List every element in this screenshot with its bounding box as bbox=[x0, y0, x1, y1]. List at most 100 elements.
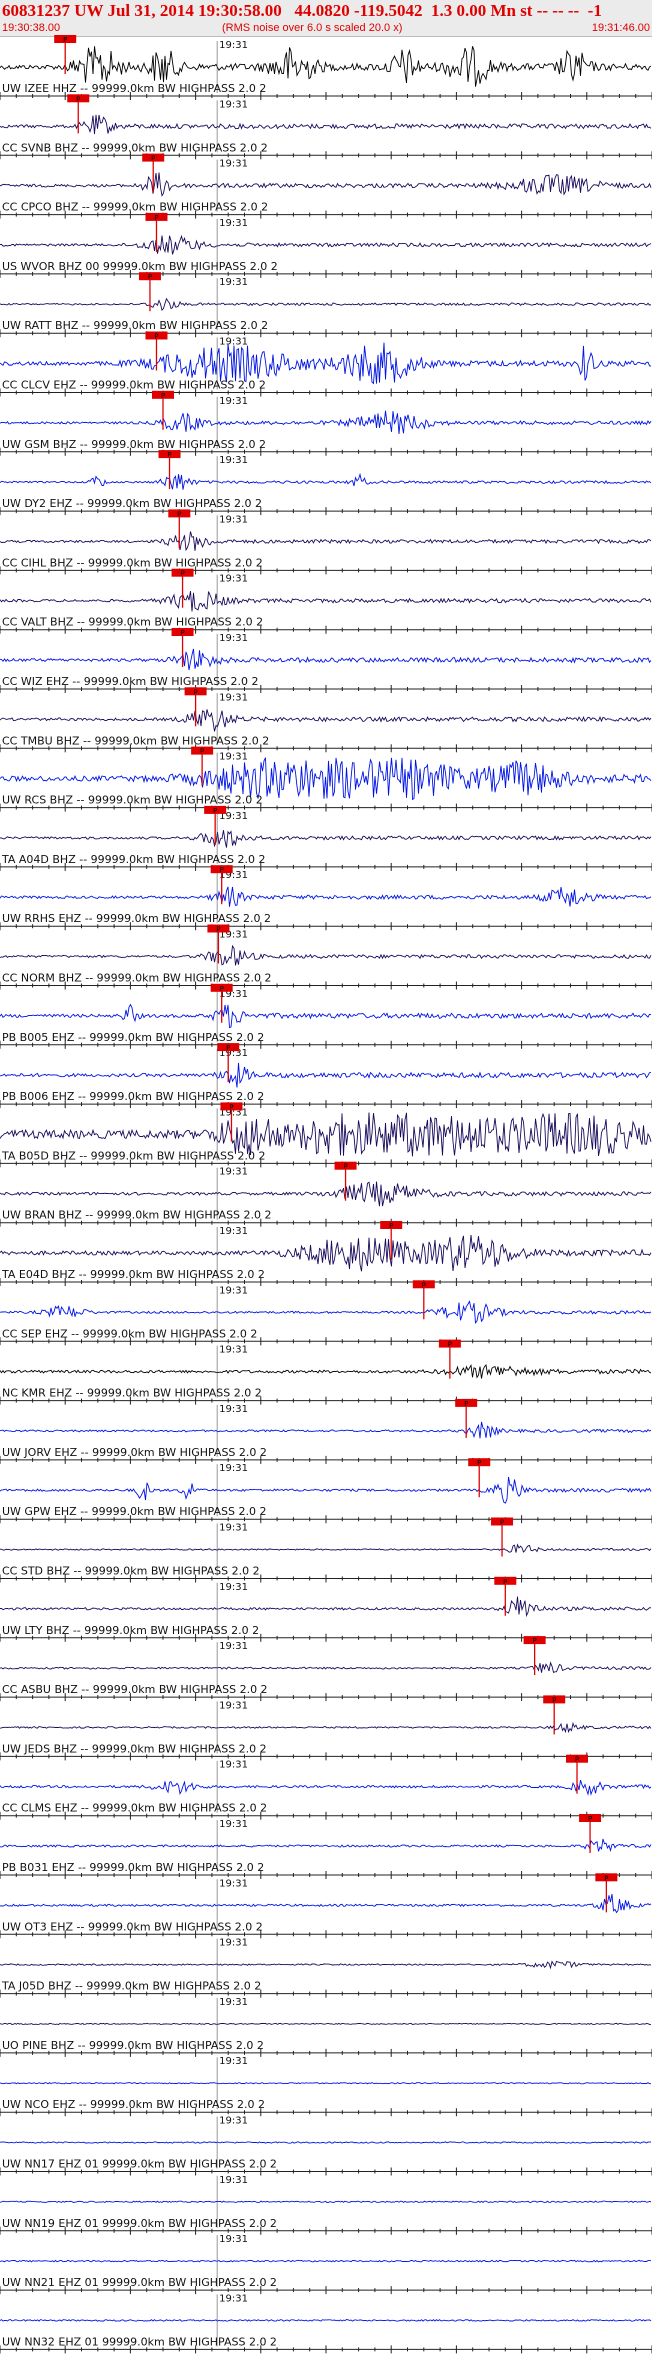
pick-label: P bbox=[161, 392, 165, 400]
phase-pick-marker: P bbox=[491, 1517, 514, 1557]
station-label: TA E04D BHZ -- 99999.0km BW HIGHPASS 2.0… bbox=[1, 1268, 265, 1281]
pick-label: P bbox=[220, 866, 224, 874]
pick-label: P bbox=[213, 807, 217, 815]
trace-row: 19:31PPB B006 EHZ -- 99999.0km BW HIGHPA… bbox=[0, 1043, 652, 1109]
minute-label: 19:31 bbox=[219, 2116, 248, 2127]
station-label: UW GPW EHZ -- 99999.0km BW HIGHPASS 2.0 … bbox=[2, 1505, 266, 1518]
station-label: UW DY2 EHZ -- 99999.0km BW HIGHPASS 2.0 … bbox=[2, 497, 262, 510]
trace-row: 19:31 P UW OT3 EHZ -- 99999.0km BW HIGHPAS… bbox=[0, 1873, 652, 1939]
trace-row: 19:31 P TA E04D BHZ -- 99999.0km BW HIGHPA… bbox=[0, 1221, 652, 1286]
minute-label: 19:31 bbox=[219, 40, 248, 51]
waveform bbox=[0, 172, 652, 197]
pick-label: P bbox=[180, 570, 184, 578]
station-label: CC WIZ EHZ -- 99999.0km BW HIGHPASS 2.0 … bbox=[2, 675, 259, 688]
phase-pick-marker: P bbox=[145, 212, 168, 252]
minute-label: 19:31 bbox=[219, 574, 248, 585]
trace-row: 19:31 UO PINE BHZ -- 99999.0km BW HIGHPAS… bbox=[0, 1997, 652, 2057]
waveform bbox=[0, 1363, 652, 1379]
trace-row: 19:31 P UW JORV EHZ -- 99999.0km BW HIGHPA… bbox=[0, 1398, 652, 1464]
phase-pick-marker: P bbox=[142, 153, 165, 193]
pick-label: P bbox=[200, 748, 204, 756]
station-label: UW NN21 EHZ 01 99999.0km BW HIGHPASS 2.0… bbox=[2, 2276, 277, 2289]
waveform bbox=[0, 1838, 652, 1853]
minute-label: 19:31 bbox=[219, 1463, 248, 1474]
waveform bbox=[0, 1421, 652, 1439]
minute-label: 19:31 bbox=[219, 218, 248, 229]
waveform bbox=[0, 2319, 652, 2322]
waveform bbox=[0, 1062, 652, 1088]
pick-label: P bbox=[177, 510, 181, 518]
phase-pick-marker: P bbox=[220, 1102, 243, 1142]
station-label: PB B006 EHZ -- 99999.0km BW HIGHPASS 2.0… bbox=[2, 1090, 264, 1103]
station-label: PB B005 EHZ -- 99999.0km BW HIGHPASS 2.0… bbox=[2, 1031, 264, 1044]
trace-row: 19:31PCC CIHL BHZ -- 99999.0km BW HIGHPA… bbox=[0, 509, 652, 575]
trace-row: 19:31 TA J05D BHZ -- 99999.0km BW HIGHPAS… bbox=[0, 1938, 652, 1998]
phase-pick-marker: P bbox=[455, 1398, 478, 1438]
trace-row: 19:31 P CC SEP EHZ -- 99999.0km BW HIGHPAS… bbox=[0, 1280, 652, 1346]
station-label: CC CIHL BHZ -- 99999.0km BW HIGHPASS 2.0… bbox=[2, 556, 263, 569]
pick-label: P bbox=[448, 1341, 452, 1349]
minute-label: 19:31 bbox=[219, 1700, 248, 1711]
waveform bbox=[0, 1893, 652, 1914]
station-label: UW NN32 EHZ 01 99999.0km BW HIGHPASS 2.0… bbox=[2, 2335, 277, 2348]
waveform bbox=[0, 531, 652, 552]
station-label: CC TMBU BHZ -- 99999.0km BW HIGHPASS 2.0… bbox=[2, 734, 269, 747]
phase-pick-marker: P bbox=[468, 1458, 491, 1498]
minute-label: 19:31 bbox=[219, 752, 248, 763]
pick-label: P bbox=[343, 1163, 347, 1171]
pick-label: P bbox=[216, 926, 220, 934]
station-label: UW RATT BHZ -- 99999.0km BW HIGHPASS 2.0… bbox=[2, 319, 268, 332]
waveform bbox=[0, 1181, 652, 1207]
trace-row: 19:31 UW NN17 EHZ 01 99999.0km BW HIGHPAS… bbox=[0, 2116, 652, 2176]
trace-row: 19:31 P UW BRAN BHZ -- 99999.0km BW HIGHPA… bbox=[0, 1161, 652, 1227]
pick-label: P bbox=[533, 1637, 537, 1645]
trace-row: 19:31PUW RRHS EHZ -- 99999.0km BW HIGHPA… bbox=[0, 865, 652, 931]
station-label: US WVOR BHZ 00 99999.0km BW HIGHPASS 2.0… bbox=[2, 260, 278, 273]
pick-label: P bbox=[193, 688, 197, 696]
station-label: TA J05D BHZ -- 99999.0km BW HIGHPASS 2.0… bbox=[1, 1980, 261, 1993]
trace-row: 19:31 P UW LTY BHZ -- 99999.0km BW HIGHPAS… bbox=[0, 1576, 652, 1642]
phase-pick-marker: P bbox=[210, 865, 233, 905]
station-label: UW GSM BHZ -- 99999.0km BW HIGHPASS 2.0 … bbox=[2, 438, 266, 451]
minute-label: 19:31 bbox=[219, 514, 248, 525]
trace-row: 19:31 P NC KMR EHZ -- 99999.0km BW HIGHPAS… bbox=[0, 1339, 652, 1405]
trace-row: 19:31 P UW JEDS BHZ -- 99999.0km BW HIGHPA… bbox=[0, 1695, 652, 1761]
minute-label: 19:31 bbox=[219, 1997, 248, 2008]
minute-label: 19:31 bbox=[219, 2056, 248, 2067]
station-label: NC KMR EHZ -- 99999.0km BW HIGHPASS 2.0 … bbox=[2, 1387, 262, 1400]
station-label: TA B05D BHZ -- 99999.0km BW HIGHPASS 2.0… bbox=[1, 1149, 266, 1162]
waveform bbox=[0, 1300, 652, 1324]
minute-label: 19:31 bbox=[219, 277, 248, 288]
minute-label: 19:31 bbox=[219, 1523, 248, 1534]
trace-row: 19:31 P CC ASBU BHZ -- 99999.0km BW HIGHPA… bbox=[0, 1636, 652, 1702]
phase-pick-marker: P bbox=[152, 390, 174, 430]
minute-label: 19:31 bbox=[219, 396, 248, 407]
minute-label: 19:31 bbox=[219, 1345, 248, 1356]
station-label: UW JORV EHZ -- 99999.0km BW HIGHPASS 2.0… bbox=[2, 1446, 267, 1459]
trace-row: 19:31 UW NN32 EHZ 01 99999.0km BW HIGHPAS… bbox=[0, 2293, 652, 2354]
pick-label: P bbox=[477, 1459, 481, 1467]
trace-row: 19:31PCC CPCO BHZ -- 99999.0km BW HIGHPA… bbox=[0, 153, 652, 219]
pick-label: P bbox=[220, 985, 224, 993]
trace-row: 19:31PCC WIZ EHZ -- 99999.0km BW HIGHPAS… bbox=[0, 628, 652, 693]
waveform bbox=[0, 944, 652, 966]
waveform bbox=[0, 709, 652, 732]
waveform bbox=[0, 114, 652, 135]
station-label: UW IZEE HHZ -- 99999.0km BW HIGHPASS 2.0… bbox=[2, 82, 266, 95]
pick-label: P bbox=[63, 36, 67, 44]
station-label: UW NCO EHZ -- 99999.0km BW HIGHPASS 2.0 … bbox=[2, 2098, 265, 2111]
minute-label: 19:31 bbox=[219, 455, 248, 466]
pick-label: P bbox=[422, 1281, 426, 1289]
phase-pick-marker: P bbox=[191, 746, 214, 786]
station-label: UW OT3 EHZ -- 99999.0km BW HIGHPASS 2.0 … bbox=[2, 1920, 263, 1933]
minute-label: 19:31 bbox=[219, 1285, 248, 1296]
pick-label: P bbox=[151, 155, 155, 163]
station-label: CC ASBU BHZ -- 99999.0km BW HIGHPASS 2.0… bbox=[2, 1683, 268, 1696]
waveform bbox=[0, 472, 652, 490]
waveform bbox=[0, 410, 652, 435]
trace-row: 19:31PCC NORM BHZ -- 99999.0km BW HIGHPA… bbox=[0, 924, 652, 990]
trace-row: 19:31 UW NN21 EHZ 01 99999.0km BW HIGHPAS… bbox=[0, 2234, 652, 2295]
waveform bbox=[0, 342, 652, 385]
trace-row: 19:31PTA B05D BHZ -- 99999.0km BW HIGHPA… bbox=[0, 1102, 652, 1168]
waveform bbox=[0, 1779, 652, 1796]
